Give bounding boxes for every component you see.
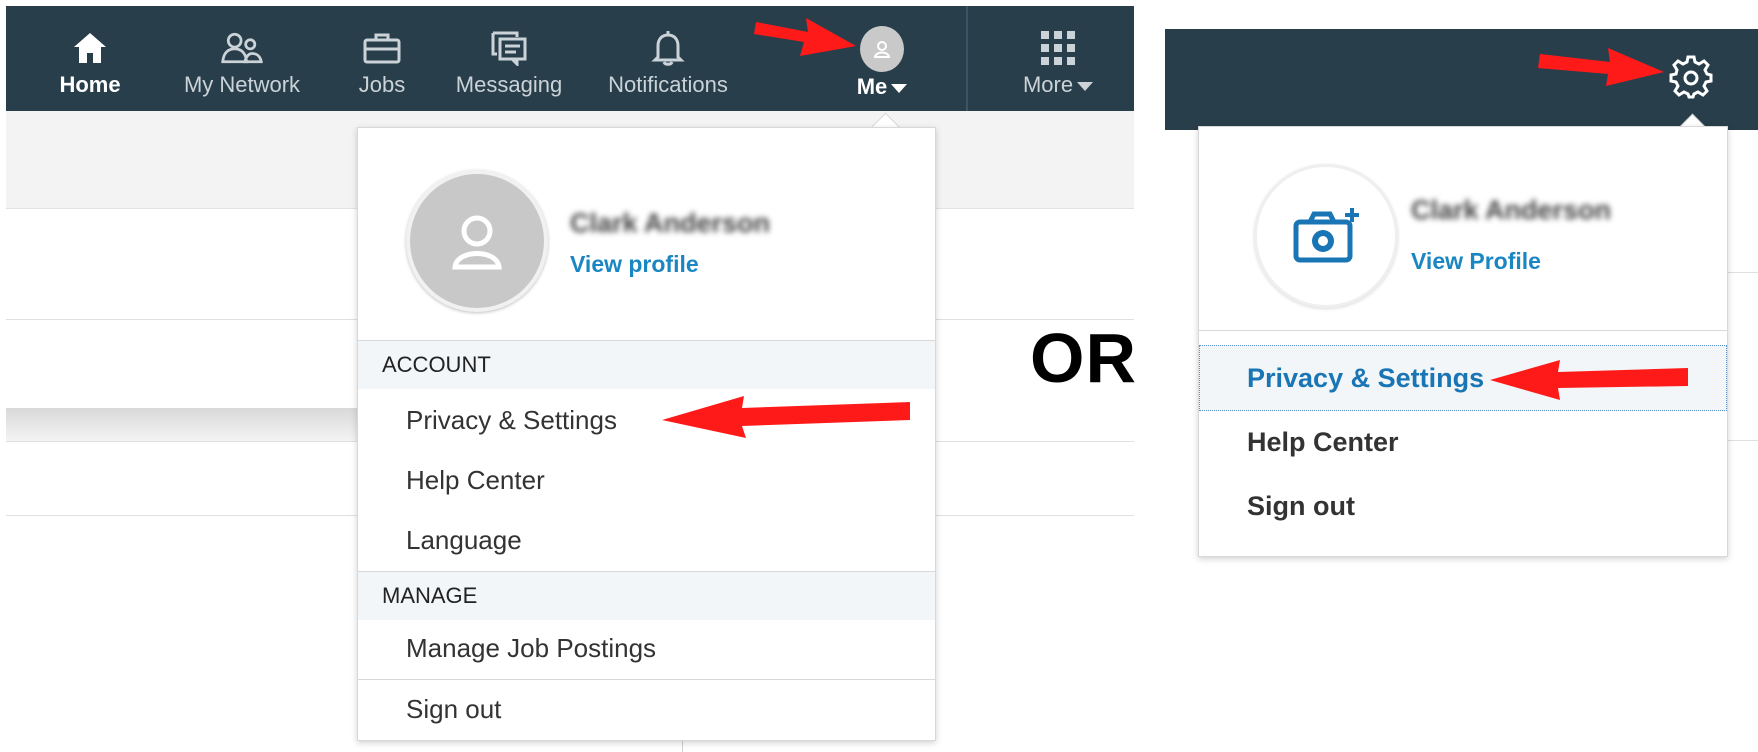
home-icon xyxy=(68,30,112,66)
messaging-icon xyxy=(487,30,531,66)
avatar-icon xyxy=(860,26,904,72)
camera-plus-icon xyxy=(1293,208,1359,263)
settings-dropdown: Clark Anderson View Profile Privacy & Se… xyxy=(1198,126,1728,557)
section-header-account: ACCOUNT xyxy=(358,340,935,389)
nav-label: More xyxy=(1022,72,1074,97)
nav-label: Messaging xyxy=(455,72,563,97)
nav-item-messaging[interactable]: Messaging xyxy=(446,6,572,111)
nav-label: Notifications xyxy=(608,72,728,97)
top-navbar: Home My Network Jobs Messaging Notificat… xyxy=(6,6,1134,111)
menu-item-sign-out[interactable]: Sign out xyxy=(406,694,501,725)
nav-item-more[interactable]: More xyxy=(1012,6,1104,111)
menu-item-sign-out[interactable]: Sign out xyxy=(1247,491,1355,522)
grid-icon xyxy=(1036,30,1080,66)
nav-separator xyxy=(966,6,968,111)
nav-item-home[interactable]: Home xyxy=(36,6,144,111)
caret-down-icon xyxy=(1077,81,1094,91)
red-arrow-icon xyxy=(662,396,910,438)
nav-item-my-network[interactable]: My Network xyxy=(174,6,310,111)
divider xyxy=(1726,272,1758,273)
section-header-manage: MANAGE xyxy=(358,571,935,620)
nav-label: Home xyxy=(59,72,121,97)
profile-name: Clark Anderson xyxy=(570,208,771,238)
red-arrow-icon xyxy=(754,18,856,56)
menu-item-privacy-settings[interactable]: Privacy & Settings xyxy=(406,405,617,436)
or-separator: OR xyxy=(1030,319,1137,397)
briefcase-icon xyxy=(360,30,404,66)
gear-icon[interactable] xyxy=(1669,55,1713,99)
avatar[interactable] xyxy=(1254,164,1398,308)
menu-item-privacy-settings[interactable]: Privacy & Settings xyxy=(1247,363,1484,394)
nav-label-more: More xyxy=(1022,72,1094,98)
nav-label-me: Me xyxy=(857,74,908,100)
avatar[interactable] xyxy=(406,170,548,312)
view-profile-link[interactable]: View profile xyxy=(570,251,699,278)
divider xyxy=(1726,440,1758,441)
nav-label: My Network xyxy=(183,72,301,97)
menu-item-help-center[interactable]: Help Center xyxy=(1247,427,1399,458)
people-icon xyxy=(220,30,264,66)
nav-item-notifications[interactable]: Notifications xyxy=(588,6,748,111)
menu-item-manage-job-postings[interactable]: Manage Job Postings xyxy=(406,633,656,664)
nav-label: Me xyxy=(856,74,888,99)
nav-label: Jobs xyxy=(358,72,406,97)
caret-down-icon xyxy=(891,83,908,93)
menu-item-help-center[interactable]: Help Center xyxy=(406,465,545,496)
divider xyxy=(1199,330,1727,331)
nav-item-jobs[interactable]: Jobs xyxy=(342,6,422,111)
red-arrow-icon xyxy=(1538,48,1664,86)
profile-name: Clark Anderson xyxy=(1411,195,1612,225)
divider xyxy=(358,679,935,680)
menu-item-language[interactable]: Language xyxy=(406,525,522,556)
card-shadow xyxy=(6,408,358,441)
bell-icon xyxy=(646,30,690,66)
left-screenshot: Home My Network Jobs Messaging Notificat… xyxy=(0,0,1134,752)
red-arrow-icon xyxy=(1490,360,1688,400)
view-profile-link[interactable]: View Profile xyxy=(1411,248,1541,275)
